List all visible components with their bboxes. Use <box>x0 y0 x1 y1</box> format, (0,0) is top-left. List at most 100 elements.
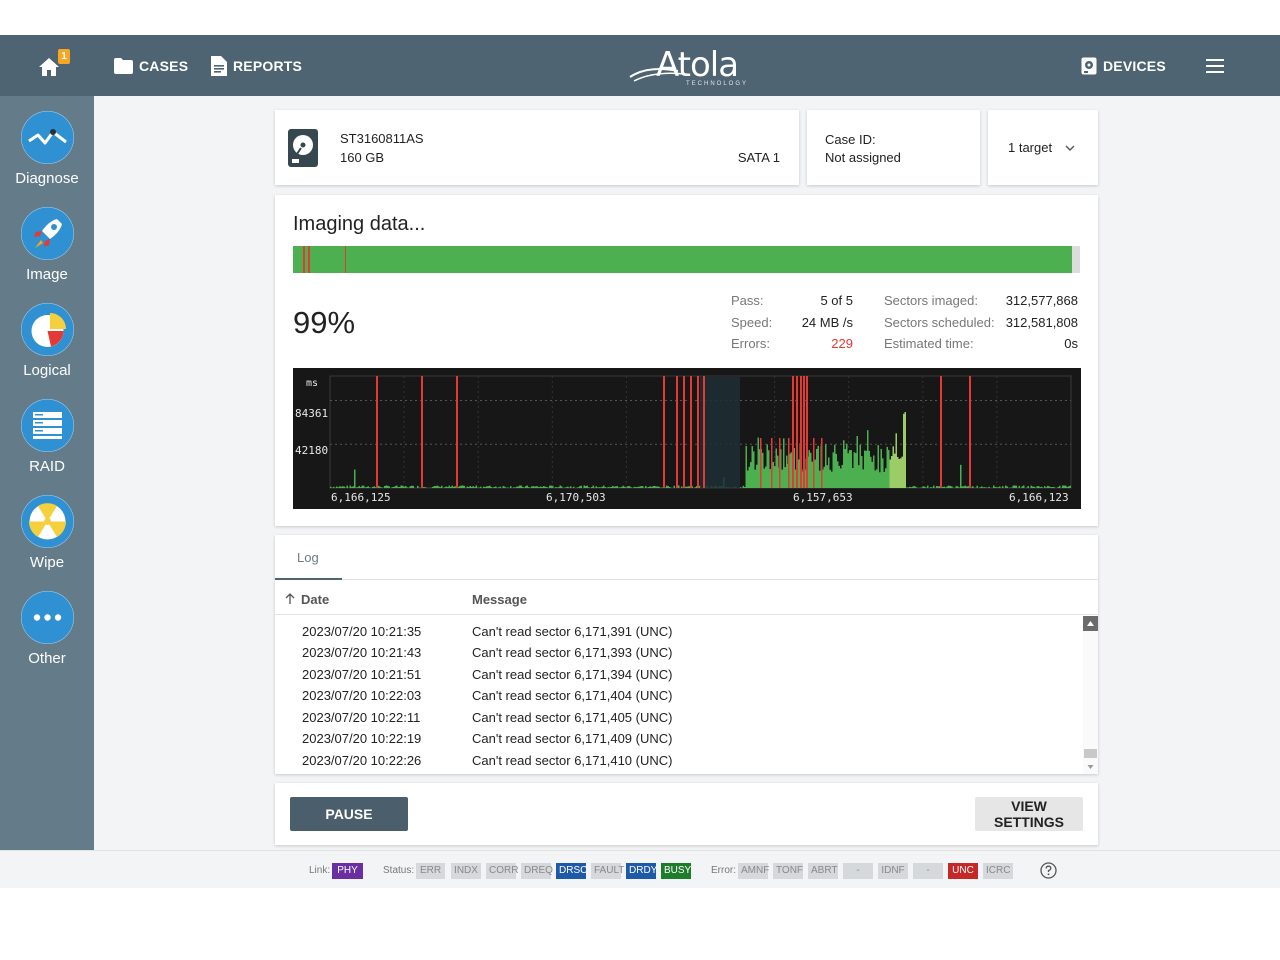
drive-card[interactable]: ST3160811AS 160 GB SATA 1 <box>275 110 799 185</box>
document-icon <box>211 56 227 76</box>
chart-bar <box>417 485 419 488</box>
sidebar-item-other[interactable]: Other <box>0 591 94 681</box>
view-settings-button[interactable]: VIEW SETTINGS <box>975 797 1083 831</box>
scroll-down-icon <box>1087 765 1094 769</box>
case-id-label: Case ID: <box>825 132 876 147</box>
chart-bar <box>441 485 443 488</box>
chart-bar <box>808 450 810 488</box>
chart-bar <box>601 486 603 488</box>
chart-bar <box>627 486 629 488</box>
menu-button[interactable] <box>1206 59 1226 73</box>
chart-bar <box>865 450 867 488</box>
speed-value: 24 MB /s <box>801 315 853 330</box>
log-tabbar <box>275 535 1098 580</box>
chart-bar <box>901 456 903 488</box>
chart-bar <box>483 486 485 488</box>
sidebar-item-wipe[interactable]: Wipe <box>0 495 94 585</box>
pause-button[interactable]: PAUSE <box>290 797 408 831</box>
chart-bar <box>504 486 506 488</box>
chart-bar <box>493 486 495 488</box>
sidebar-item-image[interactable]: Image <box>0 207 94 297</box>
chart-bar <box>1065 485 1067 488</box>
chart-bar <box>862 469 864 488</box>
chart-bar <box>798 459 800 488</box>
status-badge: IDNF <box>878 863 908 879</box>
chart-bar <box>645 485 647 488</box>
chart-bar <box>438 486 440 488</box>
cases-link[interactable]: CASES <box>114 55 188 77</box>
chart-bar <box>556 487 558 488</box>
col-message-header[interactable]: Message <box>472 592 527 607</box>
errors-label: Errors: <box>731 336 770 351</box>
progress-error-mark <box>308 246 310 273</box>
chart-bar <box>364 487 366 488</box>
chart-bar <box>894 453 896 488</box>
sidebar-item-logical[interactable]: Logical <box>0 303 94 393</box>
sidebar-item-raid[interactable]: RAID <box>0 399 94 489</box>
home-button[interactable]: 1 <box>36 49 72 81</box>
chart-bar <box>1033 486 1035 488</box>
log-scrollbar[interactable] <box>1083 616 1098 774</box>
scroll-down-button[interactable] <box>1083 759 1098 774</box>
chart-bar <box>543 486 545 488</box>
logo-subtext: TECHNOLOGY <box>686 81 749 87</box>
reports-link[interactable]: REPORTS <box>211 55 302 77</box>
chart-bar <box>487 486 489 488</box>
chart-bar <box>933 485 935 488</box>
chart-bar <box>621 486 623 488</box>
chart-bar <box>903 413 905 488</box>
chart-bar <box>490 486 492 488</box>
col-date-header[interactable]: Date <box>301 592 329 607</box>
chart-bar <box>523 487 525 488</box>
chart-bar <box>958 487 960 488</box>
chart-bar <box>591 487 593 488</box>
scroll-up-button[interactable] <box>1083 616 1098 631</box>
chart-bar <box>579 486 581 488</box>
chart-error-bar <box>813 438 815 488</box>
chart-bar <box>870 456 872 488</box>
target-dropdown[interactable]: 1 target <box>988 110 1098 185</box>
chart-bar <box>982 487 984 488</box>
chart-bar <box>454 486 456 488</box>
chart-bar <box>544 486 546 488</box>
chart-bar <box>946 486 948 488</box>
chart-bar <box>451 485 453 488</box>
chart-error-bar <box>821 438 823 488</box>
chart-bar <box>864 450 866 488</box>
chart-bar <box>514 487 516 488</box>
sidebar-label-diagnose: Diagnose <box>15 170 79 187</box>
pie-icon <box>21 303 74 356</box>
chart-bar <box>333 486 335 488</box>
estimated-time-value: 0s <box>1064 336 1078 351</box>
chart-bar <box>859 444 861 488</box>
chart-bar <box>1015 485 1017 488</box>
chart-error-bar <box>788 438 790 488</box>
chart-bar <box>586 485 588 488</box>
log-message: Can't read sector 6,171,391 (UNC) <box>472 624 673 639</box>
chart-bar <box>577 487 579 488</box>
chart-bar <box>531 486 533 488</box>
chart-svg: ms 84361 42180 6,166,125 6,170,503 6,157… <box>293 368 1081 509</box>
tab-log[interactable]: Log <box>275 535 342 580</box>
chart-bar <box>612 485 614 488</box>
chart-bar <box>639 486 641 488</box>
chart-bar <box>352 486 354 488</box>
chart-bar <box>565 487 567 488</box>
chart-bar <box>678 485 680 488</box>
chart-bar <box>546 487 548 488</box>
chart-bar <box>396 485 398 488</box>
chart-gap-region <box>700 377 740 488</box>
scroll-thumb[interactable] <box>1084 749 1097 758</box>
chart-bar <box>402 485 404 488</box>
case-card[interactable]: Case ID: Not assigned <box>807 110 980 185</box>
chart-bar <box>486 486 488 488</box>
sort-up-icon[interactable] <box>285 593 295 605</box>
devices-link[interactable]: DEVICES <box>1081 55 1166 77</box>
chart-bar <box>613 486 615 488</box>
chart-bar <box>768 450 770 488</box>
chart-bar <box>499 486 501 488</box>
chart-bar <box>453 486 455 488</box>
sidebar-item-diagnose[interactable]: Diagnose <box>0 111 94 201</box>
help-icon[interactable] <box>1040 862 1057 879</box>
chart-bar <box>985 487 987 488</box>
